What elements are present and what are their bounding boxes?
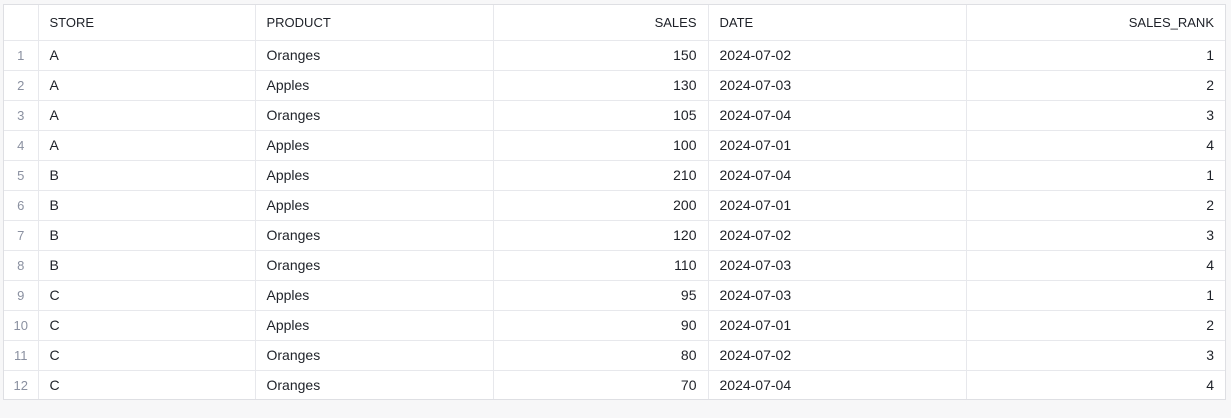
cell-sales[interactable]: 200 [493,190,709,221]
column-header-sales[interactable]: SALES [493,5,709,41]
cell-sales-rank[interactable]: 2 [966,310,1225,341]
row-number-header [4,5,39,41]
column-header-sales-rank[interactable]: SALES_RANK [966,5,1225,41]
row-number: 10 [4,310,39,341]
table-row[interactable]: 12 C Oranges 70 2024-07-04 4 [4,370,1225,399]
cell-sales[interactable]: 95 [493,280,709,311]
cell-date[interactable]: 2024-07-03 [708,280,967,311]
row-number: 9 [4,280,39,311]
row-number: 12 [4,370,39,399]
cell-date[interactable]: 2024-07-04 [708,370,967,399]
results-table-header: STORE PRODUCT SALES DATE SALES_RANK [4,5,1225,41]
cell-date[interactable]: 2024-07-01 [708,130,967,161]
column-header-product[interactable]: PRODUCT [255,5,494,41]
cell-sales[interactable]: 120 [493,220,709,251]
table-row[interactable]: 5 B Apples 210 2024-07-04 1 [4,160,1225,191]
table-row[interactable]: 7 B Oranges 120 2024-07-02 3 [4,220,1225,251]
cell-store[interactable]: B [38,250,256,281]
cell-sales[interactable]: 130 [493,70,709,101]
table-row[interactable]: 2 A Apples 130 2024-07-03 2 [4,70,1225,101]
cell-product[interactable]: Apples [255,280,494,311]
cell-store[interactable]: B [38,190,256,221]
cell-product[interactable]: Apples [255,310,494,341]
cell-sales-rank[interactable]: 4 [966,250,1225,281]
header-row: STORE PRODUCT SALES DATE SALES_RANK [4,5,1225,41]
cell-date[interactable]: 2024-07-03 [708,70,967,101]
row-number: 3 [4,100,39,131]
cell-product[interactable]: Oranges [255,220,494,251]
cell-sales-rank[interactable]: 3 [966,340,1225,371]
table-row[interactable]: 10 C Apples 90 2024-07-01 2 [4,310,1225,341]
cell-sales[interactable]: 105 [493,100,709,131]
cell-date[interactable]: 2024-07-01 [708,310,967,341]
cell-product[interactable]: Apples [255,130,494,161]
cell-product[interactable]: Oranges [255,100,494,131]
cell-product[interactable]: Apples [255,160,494,191]
cell-date[interactable]: 2024-07-01 [708,190,967,221]
cell-store[interactable]: A [38,40,256,71]
cell-sales[interactable]: 90 [493,310,709,341]
cell-store[interactable]: A [38,70,256,101]
cell-store[interactable]: C [38,340,256,371]
cell-store[interactable]: C [38,280,256,311]
row-number: 11 [4,340,39,371]
cell-sales-rank[interactable]: 3 [966,100,1225,131]
cell-product[interactable]: Oranges [255,340,494,371]
cell-sales[interactable]: 70 [493,370,709,399]
row-number: 4 [4,130,39,161]
cell-store[interactable]: A [38,100,256,131]
cell-sales[interactable]: 110 [493,250,709,281]
cell-sales-rank[interactable]: 1 [966,160,1225,191]
table-row[interactable]: 1 A Oranges 150 2024-07-02 1 [4,40,1225,71]
column-header-date[interactable]: DATE [708,5,967,41]
row-number: 8 [4,250,39,281]
cell-sales[interactable]: 100 [493,130,709,161]
results-table: STORE PRODUCT SALES DATE SALES_RANK 1 A Orange… [4,5,1225,399]
query-results-panel: STORE PRODUCT SALES DATE SALES_RANK 1 A Orange… [3,4,1226,400]
cell-sales-rank[interactable]: 1 [966,280,1225,311]
cell-sales[interactable]: 80 [493,340,709,371]
table-row[interactable]: 4 A Apples 100 2024-07-01 4 [4,130,1225,161]
cell-date[interactable]: 2024-07-03 [708,250,967,281]
cell-date[interactable]: 2024-07-02 [708,40,967,71]
table-row[interactable]: 11 C Oranges 80 2024-07-02 3 [4,340,1225,371]
cell-store[interactable]: B [38,220,256,251]
cell-store[interactable]: A [38,130,256,161]
cell-store[interactable]: B [38,160,256,191]
cell-sales-rank[interactable]: 2 [966,190,1225,221]
row-number: 7 [4,220,39,251]
cell-product[interactable]: Oranges [255,40,494,71]
table-row[interactable]: 3 A Oranges 105 2024-07-04 3 [4,100,1225,131]
cell-date[interactable]: 2024-07-04 [708,160,967,191]
cell-sales-rank[interactable]: 3 [966,220,1225,251]
cell-sales[interactable]: 210 [493,160,709,191]
cell-sales[interactable]: 150 [493,40,709,71]
column-header-store[interactable]: STORE [38,5,256,41]
row-number: 6 [4,190,39,221]
table-row[interactable]: 9 C Apples 95 2024-07-03 1 [4,280,1225,311]
table-row[interactable]: 8 B Oranges 110 2024-07-03 4 [4,250,1225,281]
cell-date[interactable]: 2024-07-02 [708,220,967,251]
cell-sales-rank[interactable]: 1 [966,40,1225,71]
cell-sales-rank[interactable]: 4 [966,130,1225,161]
results-table-body: 1 A Oranges 150 2024-07-02 1 2 A Apples 130 2024-0… [4,40,1225,399]
cell-product[interactable]: Oranges [255,370,494,399]
cell-product[interactable]: Apples [255,70,494,101]
row-number: 5 [4,160,39,191]
cell-product[interactable]: Apples [255,190,494,221]
table-row[interactable]: 6 B Apples 200 2024-07-01 2 [4,190,1225,221]
cell-sales-rank[interactable]: 2 [966,70,1225,101]
cell-sales-rank[interactable]: 4 [966,370,1225,399]
cell-store[interactable]: C [38,370,256,399]
cell-product[interactable]: Oranges [255,250,494,281]
row-number: 1 [4,40,39,71]
row-number: 2 [4,70,39,101]
cell-date[interactable]: 2024-07-02 [708,340,967,371]
cell-store[interactable]: C [38,310,256,341]
cell-date[interactable]: 2024-07-04 [708,100,967,131]
